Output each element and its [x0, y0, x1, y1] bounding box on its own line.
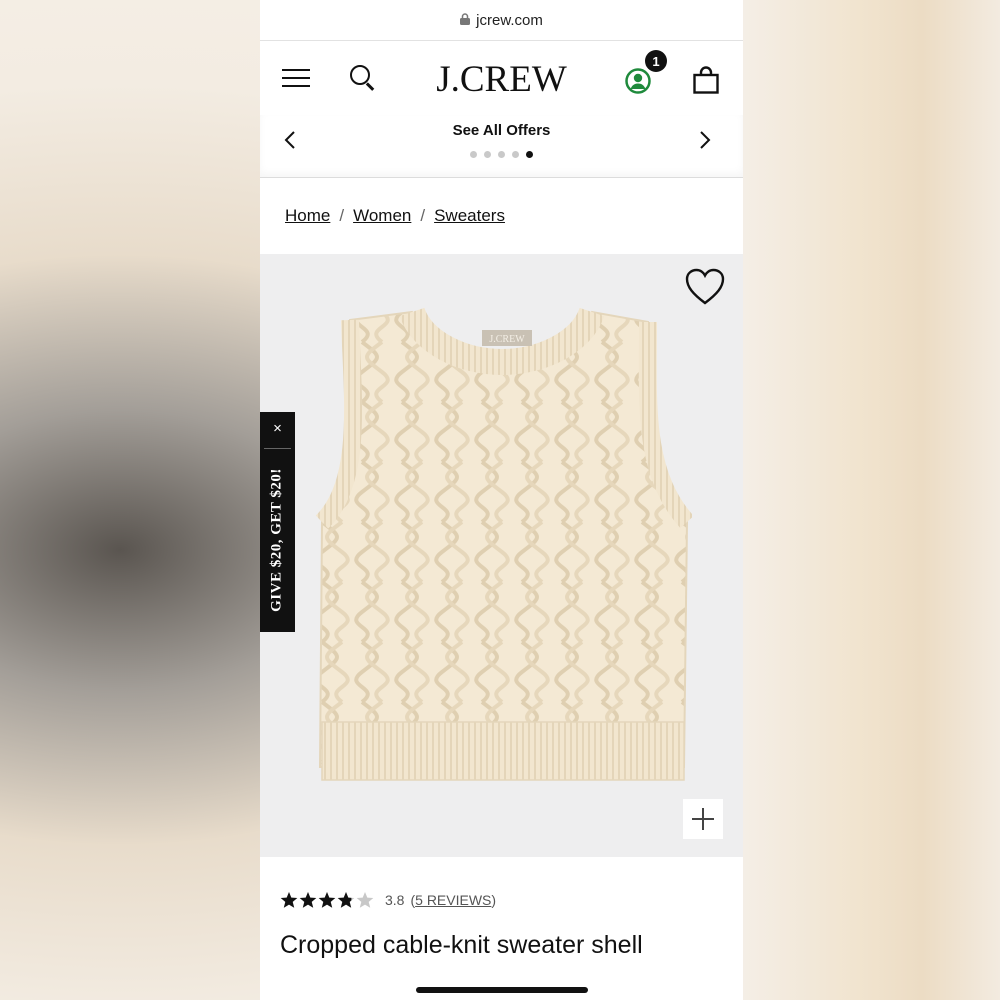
phone-screen: jcrew.com J.CREW 1 See All Offers Home /…: [260, 0, 743, 1000]
star-filled-icon: [337, 892, 355, 908]
star-empty-icon: [356, 892, 374, 908]
offers-carousel: See All Offers: [260, 115, 743, 178]
close-icon[interactable]: ×: [260, 420, 295, 437]
carousel-dots: [260, 151, 743, 158]
product-image: J.CREW: [315, 306, 692, 781]
zoom-plus-button[interactable]: [683, 799, 723, 839]
site-header: J.CREW 1: [260, 41, 743, 115]
breadcrumb-separator: /: [339, 206, 345, 225]
carousel-dot[interactable]: [484, 151, 491, 158]
product-rating: 3.8 (5 REVIEWS): [280, 891, 723, 909]
lock-icon: [460, 12, 471, 28]
star-filled-icon: [318, 892, 336, 908]
sweater-brand-label: J.CREW: [489, 334, 525, 345]
carousel-dot[interactable]: [470, 151, 477, 158]
breadcrumb: Home / Women / Sweaters: [260, 178, 743, 254]
promo-text[interactable]: GIVE $20, GET $20!: [269, 468, 286, 612]
reviews-link[interactable]: 5 REVIEWS: [415, 892, 491, 908]
menu-icon[interactable]: [282, 69, 310, 87]
carousel-dot[interactable]: [498, 151, 505, 158]
account-badge: 1: [645, 50, 667, 72]
promo-divider: [264, 448, 291, 449]
site-logo[interactable]: J.CREW: [436, 58, 567, 101]
promo-tab[interactable]: × GIVE $20, GET $20!: [260, 412, 295, 632]
rating-value: 3.8: [385, 892, 405, 908]
see-all-offers-link[interactable]: See All Offers: [260, 122, 743, 139]
product-image-area[interactable]: J.CREW × GIVE $20, GET $20!: [260, 254, 743, 857]
carousel-dot-active[interactable]: [526, 151, 533, 158]
rating-stars: [280, 891, 375, 909]
url-text: jcrew.com: [476, 11, 543, 29]
home-indicator[interactable]: [416, 987, 588, 993]
chevron-right-icon[interactable]: [699, 130, 719, 154]
reviews-paren-close: ): [491, 892, 497, 908]
carousel-dot[interactable]: [512, 151, 519, 158]
breadcrumb-sweaters[interactable]: Sweaters: [434, 206, 505, 226]
product-info: 3.8 (5 REVIEWS) Cropped cable-knit sweat…: [260, 891, 743, 960]
background-blur: [742, 0, 1000, 1000]
product-name: Cropped cable-knit sweater shell: [280, 931, 643, 959]
star-filled-icon: [280, 892, 298, 908]
search-icon[interactable]: [350, 65, 376, 91]
browser-url-bar[interactable]: jcrew.com: [260, 0, 743, 41]
breadcrumb-separator: /: [420, 206, 426, 225]
star-filled-icon: [299, 892, 317, 908]
account-icon[interactable]: [625, 68, 651, 94]
breadcrumb-women[interactable]: Women: [353, 206, 411, 226]
shopping-bag-icon[interactable]: [693, 66, 719, 94]
breadcrumb-home[interactable]: Home: [285, 206, 330, 226]
wishlist-heart-icon[interactable]: [685, 268, 725, 306]
plus-icon: [692, 808, 714, 830]
